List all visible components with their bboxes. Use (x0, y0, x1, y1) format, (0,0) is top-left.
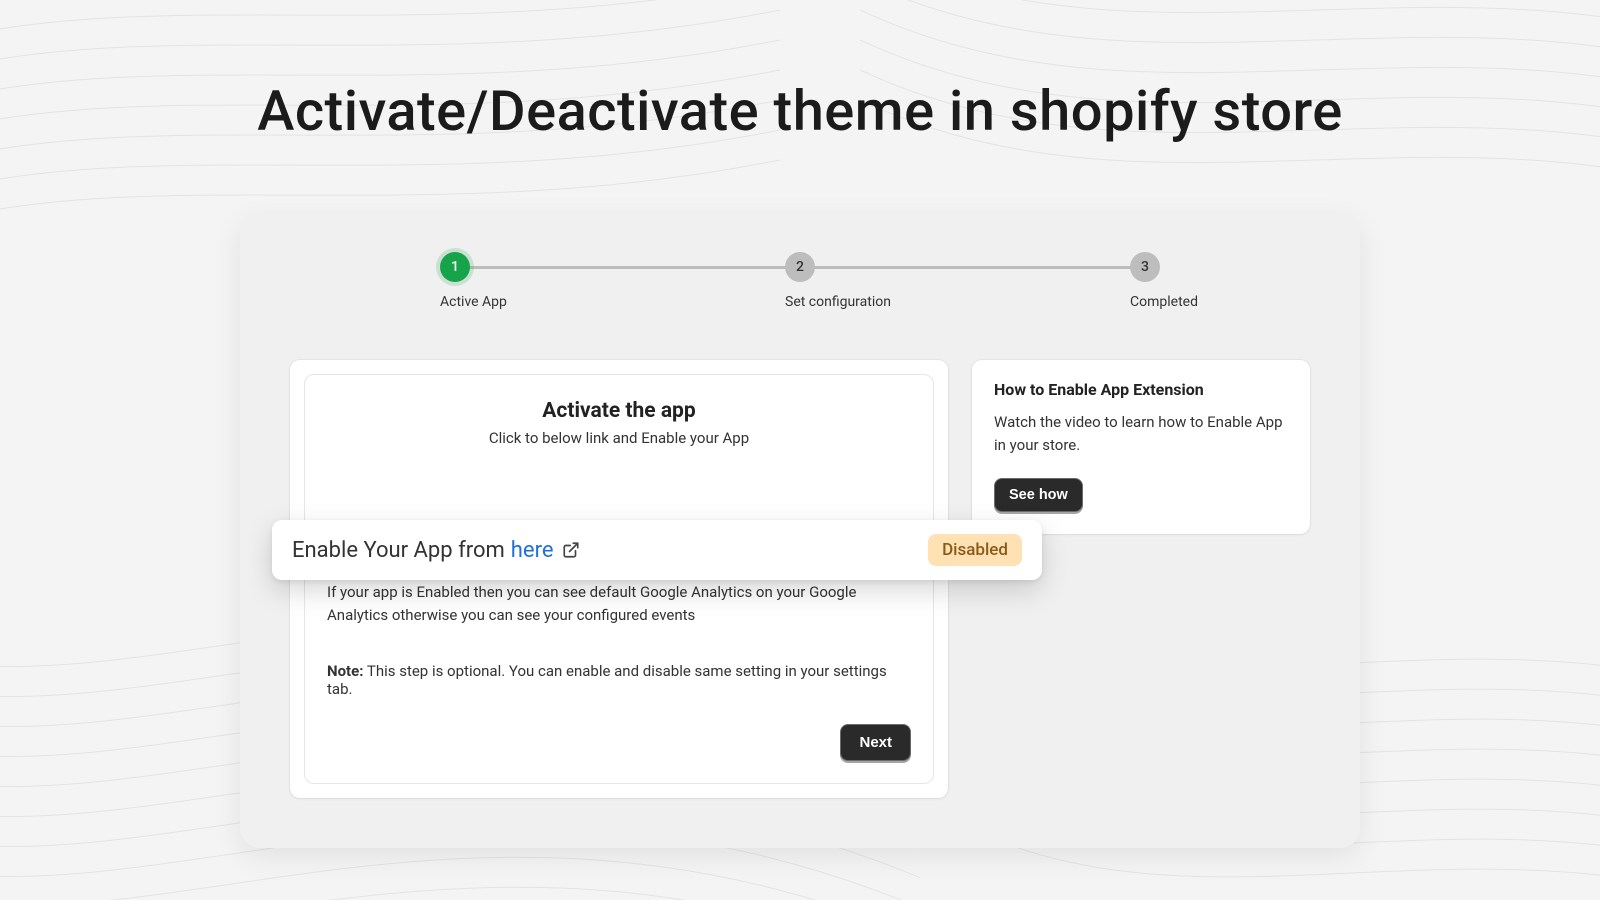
activate-subheading: Click to below link and Enable your App (327, 429, 911, 447)
activate-heading: Activate the app (327, 399, 911, 423)
status-badge: Disabled (928, 534, 1022, 566)
next-button[interactable]: Next (840, 724, 911, 761)
stepper: 1 Active App 2 Set configuration 3 Compl… (440, 252, 1160, 320)
see-how-button[interactable]: See how (994, 478, 1083, 512)
help-title: How to Enable App Extension (994, 380, 1288, 399)
step-1-label: Active App (440, 294, 470, 310)
note-label: Note: (327, 662, 363, 680)
page-title: Activate/Deactivate theme in shopify sto… (0, 0, 1600, 144)
step-3[interactable]: 3 Completed (1130, 252, 1160, 310)
external-link-icon (562, 541, 580, 559)
step-3-dot: 3 (1130, 252, 1160, 282)
note-body: This step is optional. You can enable an… (327, 662, 887, 698)
note-line: Note: This step is optional. You can ena… (327, 662, 911, 698)
enable-app-popover: Enable Your App from here Disabled (272, 520, 1042, 580)
step-1[interactable]: 1 Active App (440, 252, 470, 310)
enable-app-prefix: Enable Your App from (292, 538, 505, 563)
step-2[interactable]: 2 Set configuration (785, 252, 815, 310)
help-body: Watch the video to learn how to Enable A… (994, 411, 1288, 456)
help-card: How to Enable App Extension Watch the vi… (972, 360, 1310, 534)
step-1-dot: 1 (440, 252, 470, 282)
step-3-label: Completed (1130, 294, 1160, 310)
enable-app-link[interactable]: here (511, 538, 554, 563)
step-2-label: Set configuration (785, 294, 815, 310)
why-body: If your app is Enabled then you can see … (327, 581, 911, 628)
step-2-dot: 2 (785, 252, 815, 282)
